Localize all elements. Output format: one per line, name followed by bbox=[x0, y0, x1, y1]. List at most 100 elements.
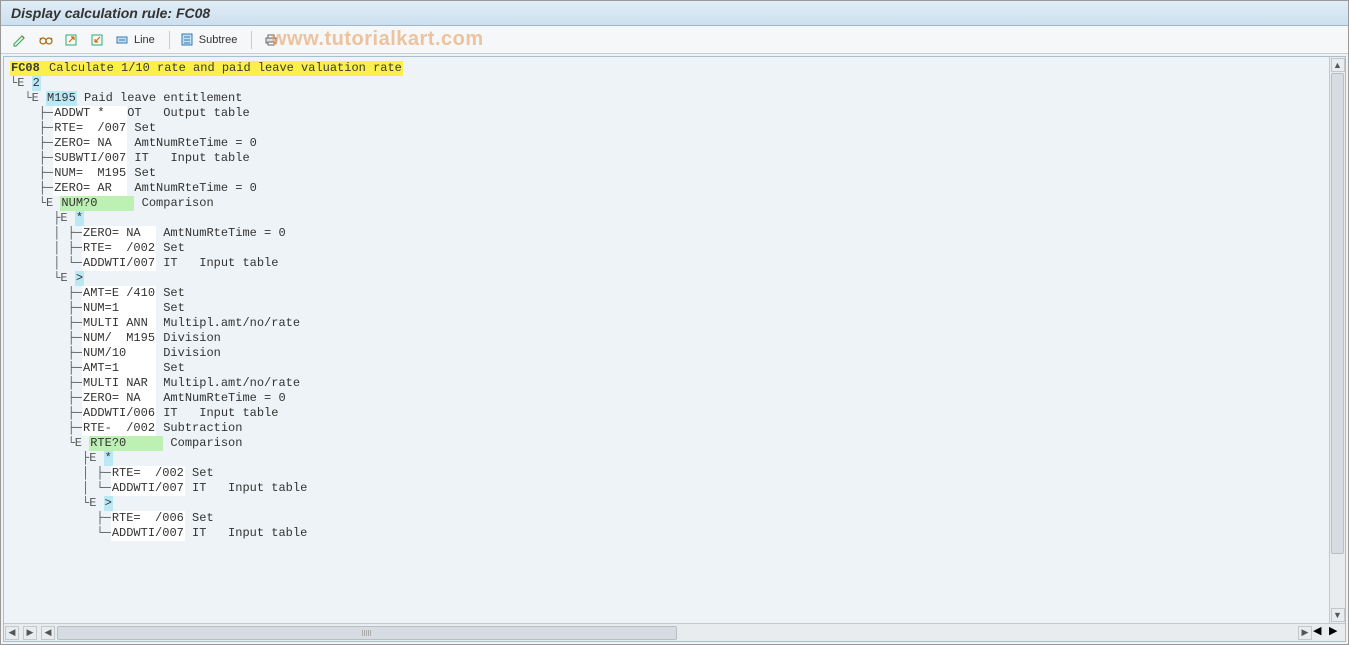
tree-cell: ADDWTI/007 bbox=[82, 256, 156, 271]
toolbar-separator bbox=[251, 31, 252, 49]
hscroll-thumb[interactable] bbox=[57, 626, 677, 640]
tree-row[interactable]: └E NUM?0 Comparison bbox=[10, 196, 1339, 211]
outer-hscroll: ◀ ▶ bbox=[4, 624, 38, 641]
tree-row[interactable]: ├─SUBWTI/007 IT Input table bbox=[10, 151, 1339, 166]
tree-cell: RTE?0 bbox=[89, 436, 163, 451]
tree-cell: Multipl.amt/no/rate bbox=[156, 316, 300, 331]
tree-cell: IT Input table bbox=[156, 256, 278, 271]
tree-cell: AmtNumRteTime = 0 bbox=[127, 181, 257, 196]
tree-cell: IT Input table bbox=[185, 526, 307, 541]
tree-row[interactable]: │ └─ADDWTI/007 IT Input table bbox=[10, 481, 1339, 496]
tree-row[interactable]: ├─ZERO= NA AmtNumRteTime = 0 bbox=[10, 136, 1339, 151]
tree-row[interactable]: ├─AMT=E /410 Set bbox=[10, 286, 1339, 301]
tree-cell: * bbox=[75, 211, 84, 226]
vertical-scrollbar[interactable]: ▲ ▼ bbox=[1329, 57, 1345, 623]
tree-cell: ZERO= NA bbox=[53, 136, 127, 151]
tree-row[interactable]: ├─NUM/10 Division bbox=[10, 346, 1339, 361]
tree-row[interactable]: └E 2 bbox=[10, 76, 1339, 91]
scroll-up-icon[interactable]: ▲ bbox=[1331, 58, 1345, 72]
tree-cell: RTE- /002 bbox=[82, 421, 156, 436]
tree-cell: Set bbox=[185, 511, 214, 526]
tree-row[interactable]: ├─RTE= /007 Set bbox=[10, 121, 1339, 136]
tree-cell: IT Input table bbox=[185, 481, 307, 496]
tree-cell: AmtNumRteTime = 0 bbox=[127, 136, 257, 151]
tree-row[interactable]: │ ├─ZERO= NA AmtNumRteTime = 0 bbox=[10, 226, 1339, 241]
tree-cell: AmtNumRteTime = 0 bbox=[156, 226, 286, 241]
subtree-label: Subtree bbox=[199, 34, 238, 46]
tree-cell: Set bbox=[185, 466, 214, 481]
tree-cell: NUM=1 bbox=[82, 301, 156, 316]
outer-scroll-right-icon[interactable]: ▶ bbox=[23, 626, 37, 640]
tree-cell: RTE= /002 bbox=[82, 241, 156, 256]
tree-row[interactable]: │ ├─RTE= /002 Set bbox=[10, 241, 1339, 256]
tree-cell: NUM/ M195 bbox=[82, 331, 156, 346]
tree-cell: AmtNumRteTime = 0 bbox=[156, 391, 286, 406]
tree-row[interactable]: ├─NUM/ M195 Division bbox=[10, 331, 1339, 346]
content-area: FC08 Calculate 1/10 rate and paid leave … bbox=[3, 56, 1346, 642]
tree-row[interactable]: └E RTE?0 Comparison bbox=[10, 436, 1339, 451]
tree-cell: Multipl.amt/no/rate bbox=[156, 376, 300, 391]
tree-row[interactable]: └E > bbox=[10, 496, 1339, 511]
outer-scroll-left-icon[interactable]: ◀ bbox=[5, 626, 19, 640]
tree-cell: Set bbox=[156, 241, 185, 256]
tree-cell: Set bbox=[127, 121, 156, 136]
expand-arrow-button[interactable] bbox=[61, 30, 83, 50]
tree-cell: OT Output table bbox=[127, 106, 249, 121]
tree-cell: * bbox=[104, 451, 113, 466]
tree-cell: AMT=1 bbox=[82, 361, 156, 376]
tree-cell: Comparison bbox=[134, 196, 213, 211]
tree-row[interactable]: ├E * bbox=[10, 451, 1339, 466]
tree-cell: Division bbox=[156, 346, 221, 361]
scroll-track[interactable] bbox=[1330, 73, 1345, 607]
glasses-button[interactable] bbox=[35, 30, 57, 50]
horizontal-scrollbar[interactable]: ◀ ▶ bbox=[40, 624, 1313, 641]
tree-row[interactable]: ├─RTE- /002 Subtraction bbox=[10, 421, 1339, 436]
tree-cell: IT Input table bbox=[127, 151, 249, 166]
tree-cell: Division bbox=[156, 331, 221, 346]
tree-row[interactable]: FC08 Calculate 1/10 rate and paid leave … bbox=[10, 61, 1339, 76]
outer-scroll-right2-icon[interactable]: ▶ bbox=[1329, 624, 1345, 641]
tree-cell: Set bbox=[156, 286, 185, 301]
print-button[interactable] bbox=[260, 30, 282, 50]
tree-cell: RTE= /006 bbox=[111, 511, 185, 526]
scroll-right-icon[interactable]: ▶ bbox=[1298, 626, 1312, 640]
scroll-thumb[interactable] bbox=[1331, 73, 1344, 554]
tree-row[interactable]: │ └─ADDWTI/007 IT Input table bbox=[10, 256, 1339, 271]
bottom-scroll-row: ◀ ▶ ◀ ▶ ◀ ▶ bbox=[4, 623, 1345, 641]
hscroll-track[interactable] bbox=[57, 626, 1296, 640]
edit-pencil-button[interactable] bbox=[9, 30, 31, 50]
scroll-left-icon[interactable]: ◀ bbox=[41, 626, 55, 640]
tree-row[interactable]: ├─ZERO= NA AmtNumRteTime = 0 bbox=[10, 391, 1339, 406]
title-text: Display calculation rule: FC08 bbox=[11, 5, 210, 21]
tree-cell: Paid leave entitlement bbox=[77, 91, 243, 106]
tree-cell: ADDWTI/007 bbox=[111, 481, 185, 496]
subtree-button[interactable]: Subtree bbox=[178, 30, 244, 50]
app-window: Display calculation rule: FC08 Line Subt… bbox=[0, 0, 1349, 645]
tree-cell: MULTI NAR bbox=[82, 376, 156, 391]
tree-row[interactable]: ├─ADDWTI/006 IT Input table bbox=[10, 406, 1339, 421]
tree-row[interactable]: ├─NUM=1 Set bbox=[10, 301, 1339, 316]
tree-cell: ADDWTI/006 bbox=[82, 406, 156, 421]
tree-row[interactable]: ├─MULTI ANN Multipl.amt/no/rate bbox=[10, 316, 1339, 331]
tree-row[interactable]: └E M195 Paid leave entitlement bbox=[10, 91, 1339, 106]
tree-row[interactable]: └E > bbox=[10, 271, 1339, 286]
line-label: Line bbox=[134, 34, 155, 46]
line-button[interactable]: Line bbox=[113, 30, 161, 50]
tree-row[interactable]: │ ├─RTE= /002 Set bbox=[10, 466, 1339, 481]
tree-row[interactable]: ├─ZERO= AR AmtNumRteTime = 0 bbox=[10, 181, 1339, 196]
outer-scroll-left2-icon[interactable]: ◀ bbox=[1313, 624, 1329, 641]
tree-row[interactable]: ├─MULTI NAR Multipl.amt/no/rate bbox=[10, 376, 1339, 391]
scroll-down-icon[interactable]: ▼ bbox=[1331, 608, 1345, 622]
tree-row[interactable]: ├E * bbox=[10, 211, 1339, 226]
tree-view[interactable]: FC08 Calculate 1/10 rate and paid leave … bbox=[4, 57, 1345, 623]
tree-cell: 2 bbox=[32, 76, 41, 91]
tree-cell: RTE= /007 bbox=[53, 121, 127, 136]
tree-row[interactable]: ├─ADDWT * OT Output table bbox=[10, 106, 1339, 121]
tree-row[interactable]: └─ADDWTI/007 IT Input table bbox=[10, 526, 1339, 541]
tree-row[interactable]: ├─RTE= /006 Set bbox=[10, 511, 1339, 526]
tree-cell: SUBWTI/007 bbox=[53, 151, 127, 166]
tree-row[interactable]: ├─NUM= M195 Set bbox=[10, 166, 1339, 181]
tree-row[interactable]: ├─AMT=1 Set bbox=[10, 361, 1339, 376]
toolbar-separator bbox=[169, 31, 170, 49]
collapse-arrow-button[interactable] bbox=[87, 30, 109, 50]
